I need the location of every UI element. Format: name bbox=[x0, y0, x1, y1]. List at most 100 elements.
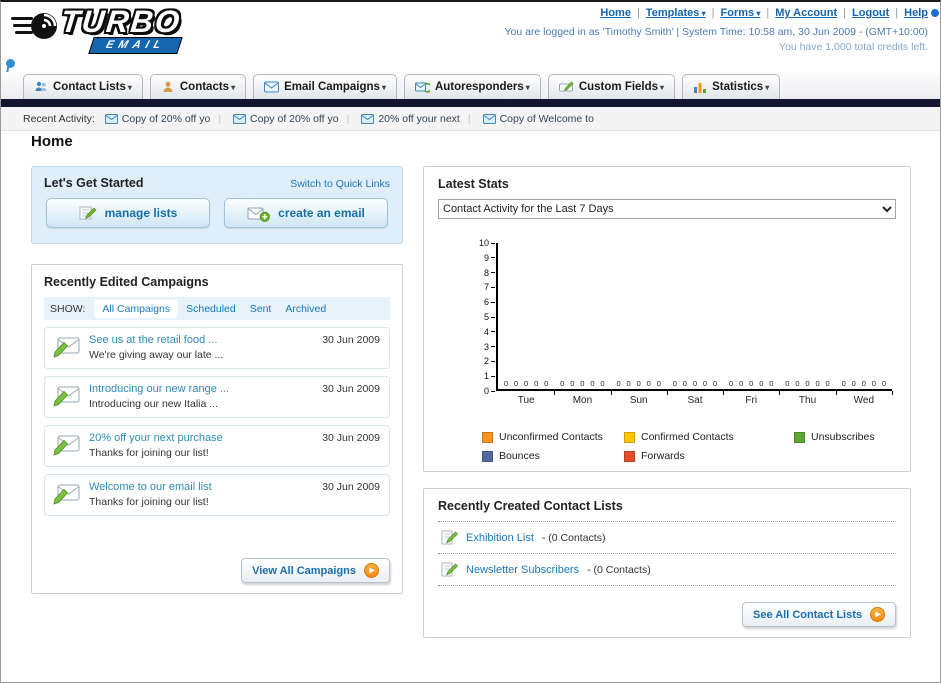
chart-plot: 0 0 0 0 0 Tue 0 0 0 0 0 Mon 0 0 0 0 0 Sun 0 0 0 0 0 Sat 0 0 0 0 0 Fri… bbox=[496, 243, 894, 406]
stats-range-select[interactable]: Contact Activity for the Last 7 Days bbox=[438, 199, 896, 219]
chart-legend: Unconfirmed Contacts Confirmed Contacts Un… bbox=[482, 431, 896, 462]
link-my-account[interactable]: My Account bbox=[775, 7, 837, 19]
activity-item-text: Copy of 20% off yo bbox=[250, 112, 339, 125]
y-tick: 10 bbox=[479, 238, 495, 248]
contact-list-link[interactable]: Exhibition List bbox=[466, 532, 534, 544]
contact-lists-panel-title: Recently Created Contact Lists bbox=[438, 499, 623, 513]
arrow-icon bbox=[870, 607, 885, 622]
tab-contacts[interactable]: Contacts bbox=[149, 74, 247, 99]
logo-text: TURBO EMAIL bbox=[59, 4, 184, 54]
recent-activity-item[interactable]: 20% off your next bbox=[339, 113, 460, 125]
campaign-edit-icon bbox=[53, 337, 80, 358]
view-all-campaigns-button[interactable]: View All Campaigns bbox=[241, 558, 390, 583]
get-started-panel: Let's Get Started Switch to Quick Links … bbox=[31, 166, 403, 244]
pencil-list-icon bbox=[79, 206, 97, 220]
contact-list-row: Newsletter Subscribers - (0 Contacts) bbox=[438, 554, 896, 586]
filter-sent[interactable]: Sent bbox=[250, 303, 272, 315]
campaign-date: 30 Jun 2009 bbox=[322, 481, 380, 493]
filter-archived[interactable]: Archived bbox=[285, 303, 326, 315]
link-forms[interactable]: Forms bbox=[721, 7, 761, 19]
recent-campaigns-panel: Recently Edited Campaigns SHOW: All Camp… bbox=[31, 264, 403, 594]
tab-contact-lists[interactable]: Contact Lists bbox=[23, 74, 143, 99]
help-indicator-dot bbox=[931, 9, 939, 17]
manage-lists-label: manage lists bbox=[104, 206, 178, 220]
contact-list-detail: - (0 Contacts) bbox=[541, 531, 606, 544]
chart-category-group: 0 0 0 0 0 Thu bbox=[779, 243, 837, 406]
tab-custom-fields[interactable]: Custom Fields bbox=[547, 74, 676, 99]
autoresponders-icon bbox=[414, 81, 430, 92]
show-label: SHOW: bbox=[50, 302, 86, 315]
filter-all-campaigns[interactable]: All Campaigns bbox=[94, 299, 179, 318]
legend-item: Forwards bbox=[624, 450, 782, 462]
y-tick: 6 bbox=[484, 297, 495, 307]
logo-title: TURBO bbox=[59, 4, 184, 39]
get-started-title: Let's Get Started bbox=[44, 176, 144, 190]
recent-activity-bar: Recent Activity: Copy of 20% off yo Copy… bbox=[1, 107, 940, 131]
tab-autoresponders[interactable]: Autoresponders bbox=[403, 74, 541, 99]
link-templates[interactable]: Templates bbox=[646, 7, 706, 19]
link-help[interactable]: Help bbox=[904, 7, 928, 19]
main-navigation: Contact Lists Contacts Email Campaigns A… bbox=[1, 72, 940, 99]
top-nav-links: Home Templates Forms My Account Logout H… bbox=[504, 7, 928, 19]
recent-activity-item[interactable]: Copy of 20% off yo bbox=[104, 113, 210, 125]
credits-info: You have 1,000 total credits left. bbox=[778, 41, 928, 53]
recent-activity-item[interactable]: Copy of 20% off yo bbox=[210, 112, 339, 125]
legend-item: Bounces bbox=[482, 450, 612, 462]
campaign-row: 20% off your next purchase Thanks for jo… bbox=[44, 425, 390, 467]
recent-activity-item[interactable]: Copy of Welcome to bbox=[460, 113, 594, 125]
envelope-icon bbox=[361, 113, 375, 124]
y-tick: 9 bbox=[484, 253, 495, 263]
campaign-title-link[interactable]: See us at the retail food ... bbox=[89, 334, 223, 346]
nav-divider-bar bbox=[1, 99, 940, 107]
header: TURBO EMAIL Home Templates Forms My Acco… bbox=[1, 2, 940, 112]
manage-lists-button[interactable]: manage lists bbox=[46, 198, 210, 228]
activity-item-text: 20% off your next bbox=[378, 112, 460, 125]
campaign-date: 30 Jun 2009 bbox=[322, 383, 380, 395]
see-all-contact-lists-button[interactable]: See All Contact Lists bbox=[741, 602, 896, 627]
campaign-date: 30 Jun 2009 bbox=[322, 432, 380, 444]
envelope-icon bbox=[482, 113, 496, 124]
custom-fields-icon bbox=[558, 81, 574, 91]
chart-category-group: 0 0 0 0 0 Sat bbox=[667, 243, 725, 406]
campaign-title-link[interactable]: Welcome to our email list bbox=[89, 481, 212, 493]
contact-lists-icon bbox=[35, 81, 47, 91]
tab-label: Contacts bbox=[180, 81, 235, 93]
recent-contact-lists-panel: Recently Created Contact Lists Exhibitio… bbox=[423, 488, 911, 638]
app-window: TURBO EMAIL Home Templates Forms My Acco… bbox=[0, 0, 941, 683]
tab-email-campaigns[interactable]: Email Campaigns bbox=[253, 74, 397, 99]
tab-label: Email Campaigns bbox=[284, 81, 386, 93]
chart-y-axis: 10 9 8 7 6 5 4 3 2 1 0 bbox=[438, 238, 495, 396]
campaign-subtitle: Thanks for joining our list! bbox=[89, 496, 209, 508]
legend-item: Unsubscribes bbox=[794, 431, 896, 443]
page-title: Home bbox=[31, 133, 73, 150]
statistics-icon bbox=[694, 82, 707, 93]
turbo-email-logo[interactable]: TURBO EMAIL bbox=[11, 4, 184, 54]
link-logout[interactable]: Logout bbox=[852, 7, 889, 19]
legend-item: Confirmed Contacts bbox=[624, 431, 782, 443]
stats-panel-title: Latest Stats bbox=[438, 177, 509, 191]
switch-quick-links[interactable]: Switch to Quick Links bbox=[290, 178, 390, 190]
link-home[interactable]: Home bbox=[600, 7, 631, 19]
contact-list-detail: - (0 Contacts) bbox=[587, 563, 651, 576]
tab-statistics[interactable]: Statistics bbox=[682, 74, 781, 99]
view-all-campaigns-label: View All Campaigns bbox=[252, 564, 356, 577]
latest-stats-panel: Latest Stats Contact Activity for the La… bbox=[423, 166, 911, 472]
chart-category-group: 0 0 0 0 0 Sun bbox=[611, 243, 669, 406]
campaigns-panel-title: Recently Edited Campaigns bbox=[44, 275, 209, 289]
campaigns-filter-bar: SHOW: All Campaigns Scheduled Sent Archi… bbox=[44, 297, 390, 320]
filter-scheduled[interactable]: Scheduled bbox=[186, 303, 236, 315]
campaign-edit-icon bbox=[53, 386, 80, 407]
email-campaigns-icon bbox=[264, 81, 280, 93]
see-all-contact-lists-label: See All Contact Lists bbox=[752, 608, 862, 621]
y-tick: 2 bbox=[484, 356, 495, 366]
tab-label: Autoresponders bbox=[435, 81, 530, 93]
campaign-subtitle: Introducing our new Italia ... bbox=[89, 398, 218, 410]
contact-list-row: Exhibition List - (0 Contacts) bbox=[438, 522, 896, 554]
contact-list-link[interactable]: Newsletter Subscribers bbox=[466, 564, 579, 576]
tab-label: Statistics bbox=[712, 81, 769, 93]
campaign-row: Welcome to our email list Thanks for joi… bbox=[44, 474, 390, 516]
create-email-button[interactable]: create an email bbox=[224, 198, 388, 228]
campaign-title-link[interactable]: 20% off your next purchase bbox=[89, 432, 223, 444]
y-tick: 0 bbox=[484, 386, 495, 396]
campaign-title-link[interactable]: Introducing our new range ... bbox=[89, 383, 229, 395]
